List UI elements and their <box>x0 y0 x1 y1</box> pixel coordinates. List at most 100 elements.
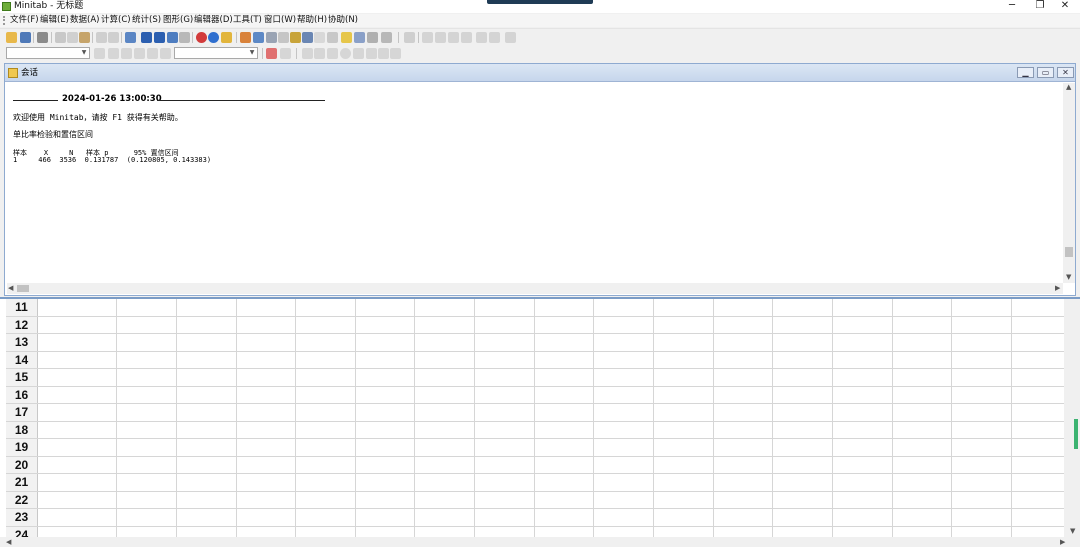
worksheet-horizontal-scrollbar[interactable]: ◀ ▶ <box>0 537 1080 547</box>
marker-icon[interactable] <box>489 32 500 43</box>
table-row[interactable]: 16 <box>6 386 1064 404</box>
menu-assist[interactable]: 协助(N) <box>328 14 358 27</box>
brush-tool-icon[interactable] <box>108 48 119 59</box>
select-icon[interactable] <box>94 48 105 59</box>
cut-icon[interactable] <box>55 32 66 43</box>
columns-icon[interactable] <box>367 32 378 43</box>
row-header[interactable]: 18 <box>6 421 38 438</box>
row-header[interactable]: 19 <box>6 439 38 456</box>
print-icon[interactable] <box>37 32 48 43</box>
graph-folder-icon[interactable] <box>266 32 277 43</box>
row-header[interactable]: 11 <box>6 299 38 316</box>
row-header[interactable]: 12 <box>6 316 38 333</box>
edit-graph-icon[interactable] <box>435 32 446 43</box>
table-row[interactable]: 20 <box>6 456 1064 474</box>
session-horizontal-scrollbar[interactable]: ◀ ▶ <box>7 283 1063 294</box>
arrow-down-icon[interactable] <box>154 32 165 43</box>
text-icon[interactable] <box>314 48 325 59</box>
eraser-icon[interactable] <box>505 32 516 43</box>
table-row[interactable]: 24 <box>6 526 1064 537</box>
marker-tool-icon[interactable] <box>390 48 401 59</box>
pointer-icon[interactable] <box>302 48 313 59</box>
save-icon[interactable] <box>20 32 31 43</box>
scroll-down-icon[interactable]: ▼ <box>1070 527 1075 535</box>
new-doc-icon[interactable] <box>314 32 325 43</box>
menu-tools[interactable]: 工具(T) <box>233 14 262 27</box>
row-header[interactable]: 24 <box>6 526 38 537</box>
delete-icon[interactable] <box>266 48 277 59</box>
table-row[interactable]: 23 <box>6 509 1064 527</box>
graph-combo[interactable]: ▼ <box>174 47 258 59</box>
polygon-icon[interactable] <box>378 48 389 59</box>
session-output[interactable]: 2024-01-26 13:00:30 欢迎使用 Minitab，请按 F1 获… <box>7 83 1063 283</box>
session-icon[interactable] <box>240 32 251 43</box>
table-row[interactable]: 22 <box>6 491 1064 509</box>
find-icon[interactable] <box>167 32 178 43</box>
menu-edit[interactable]: 编辑(E) <box>40 14 69 27</box>
plus-icon[interactable] <box>134 48 145 59</box>
table-row[interactable]: 18 <box>6 421 1064 439</box>
pencil-icon[interactable] <box>121 48 132 59</box>
menu-graph[interactable]: 图形(G) <box>163 14 193 27</box>
redo-icon[interactable] <box>108 32 119 43</box>
table-row[interactable]: 17 <box>6 404 1064 422</box>
table-row[interactable]: 14 <box>6 351 1064 369</box>
row-header[interactable]: 20 <box>6 456 38 473</box>
menu-calc[interactable]: 计算(C) <box>101 14 131 27</box>
session-close-button[interactable]: ✕ <box>1057 67 1074 78</box>
zoom-icon[interactable] <box>461 32 472 43</box>
zoom-tool-icon[interactable] <box>280 48 291 59</box>
row-header[interactable]: 23 <box>6 509 38 526</box>
row-header[interactable]: 14 <box>6 351 38 368</box>
cascade-icon[interactable] <box>381 32 392 43</box>
undo-icon[interactable] <box>96 32 107 43</box>
ellipse-icon[interactable] <box>340 48 351 59</box>
table-row[interactable]: 21 <box>6 474 1064 492</box>
table-row[interactable]: 19 <box>6 439 1064 457</box>
scroll-thumb[interactable] <box>17 285 29 292</box>
report-icon[interactable] <box>302 32 313 43</box>
cancel-icon[interactable] <box>196 32 207 43</box>
scroll-down-icon[interactable]: ▼ <box>1066 273 1071 281</box>
worksheet-icon[interactable] <box>253 32 264 43</box>
row-header[interactable]: 17 <box>6 404 38 421</box>
project-icon[interactable] <box>327 32 338 43</box>
table-row[interactable]: 13 <box>6 334 1064 352</box>
line-icon[interactable] <box>353 48 364 59</box>
session-maximize-button[interactable]: ▭ <box>1037 67 1054 78</box>
worksheet-vertical-scrollbar[interactable]: ▼ <box>1064 299 1080 537</box>
table-row[interactable]: 15 <box>6 369 1064 387</box>
help-icon[interactable] <box>208 32 219 43</box>
window-icon[interactable] <box>125 32 136 43</box>
table-row[interactable]: 12 <box>6 316 1064 334</box>
arrow-up-icon[interactable] <box>141 32 152 43</box>
worksheet-grid[interactable]: 11 12 13 14 15 16 17 18 19 20 21 22 23 2… <box>6 299 1064 537</box>
scroll-up-icon[interactable]: ▲ <box>1066 83 1071 91</box>
open-icon[interactable] <box>6 32 17 43</box>
row-header[interactable]: 22 <box>6 491 38 508</box>
row-header[interactable]: 16 <box>6 386 38 403</box>
worksheet-combo[interactable]: ▼ <box>6 47 90 59</box>
polyline-icon[interactable] <box>366 48 377 59</box>
hash-icon[interactable] <box>160 48 171 59</box>
paste-icon[interactable] <box>79 32 90 43</box>
session-vertical-scrollbar[interactable]: ▲ ▼ <box>1063 83 1075 283</box>
scroll-left-icon[interactable]: ◀ <box>8 284 13 292</box>
replace-icon[interactable] <box>179 32 190 43</box>
row-header[interactable]: 13 <box>6 334 38 351</box>
y-axis-icon[interactable] <box>147 48 158 59</box>
tile-icon[interactable] <box>354 32 365 43</box>
menu-help[interactable]: 帮助(H) <box>297 14 327 27</box>
table-row[interactable]: 11 <box>6 299 1064 317</box>
scroll-right-icon[interactable]: ▶ <box>1055 284 1060 292</box>
row-header[interactable]: 15 <box>6 369 38 386</box>
close-button[interactable]: ✕ <box>1050 0 1080 13</box>
menu-editor[interactable]: 编辑器(D) <box>194 14 233 27</box>
crosshair-icon[interactable] <box>448 32 459 43</box>
menu-window[interactable]: 窗口(W) <box>264 14 296 27</box>
info-icon[interactable] <box>278 32 289 43</box>
layout-icon[interactable] <box>341 32 352 43</box>
menu-file[interactable]: 文件(F) <box>10 14 39 27</box>
rectangle-icon[interactable] <box>327 48 338 59</box>
assistant-icon[interactable] <box>221 32 232 43</box>
